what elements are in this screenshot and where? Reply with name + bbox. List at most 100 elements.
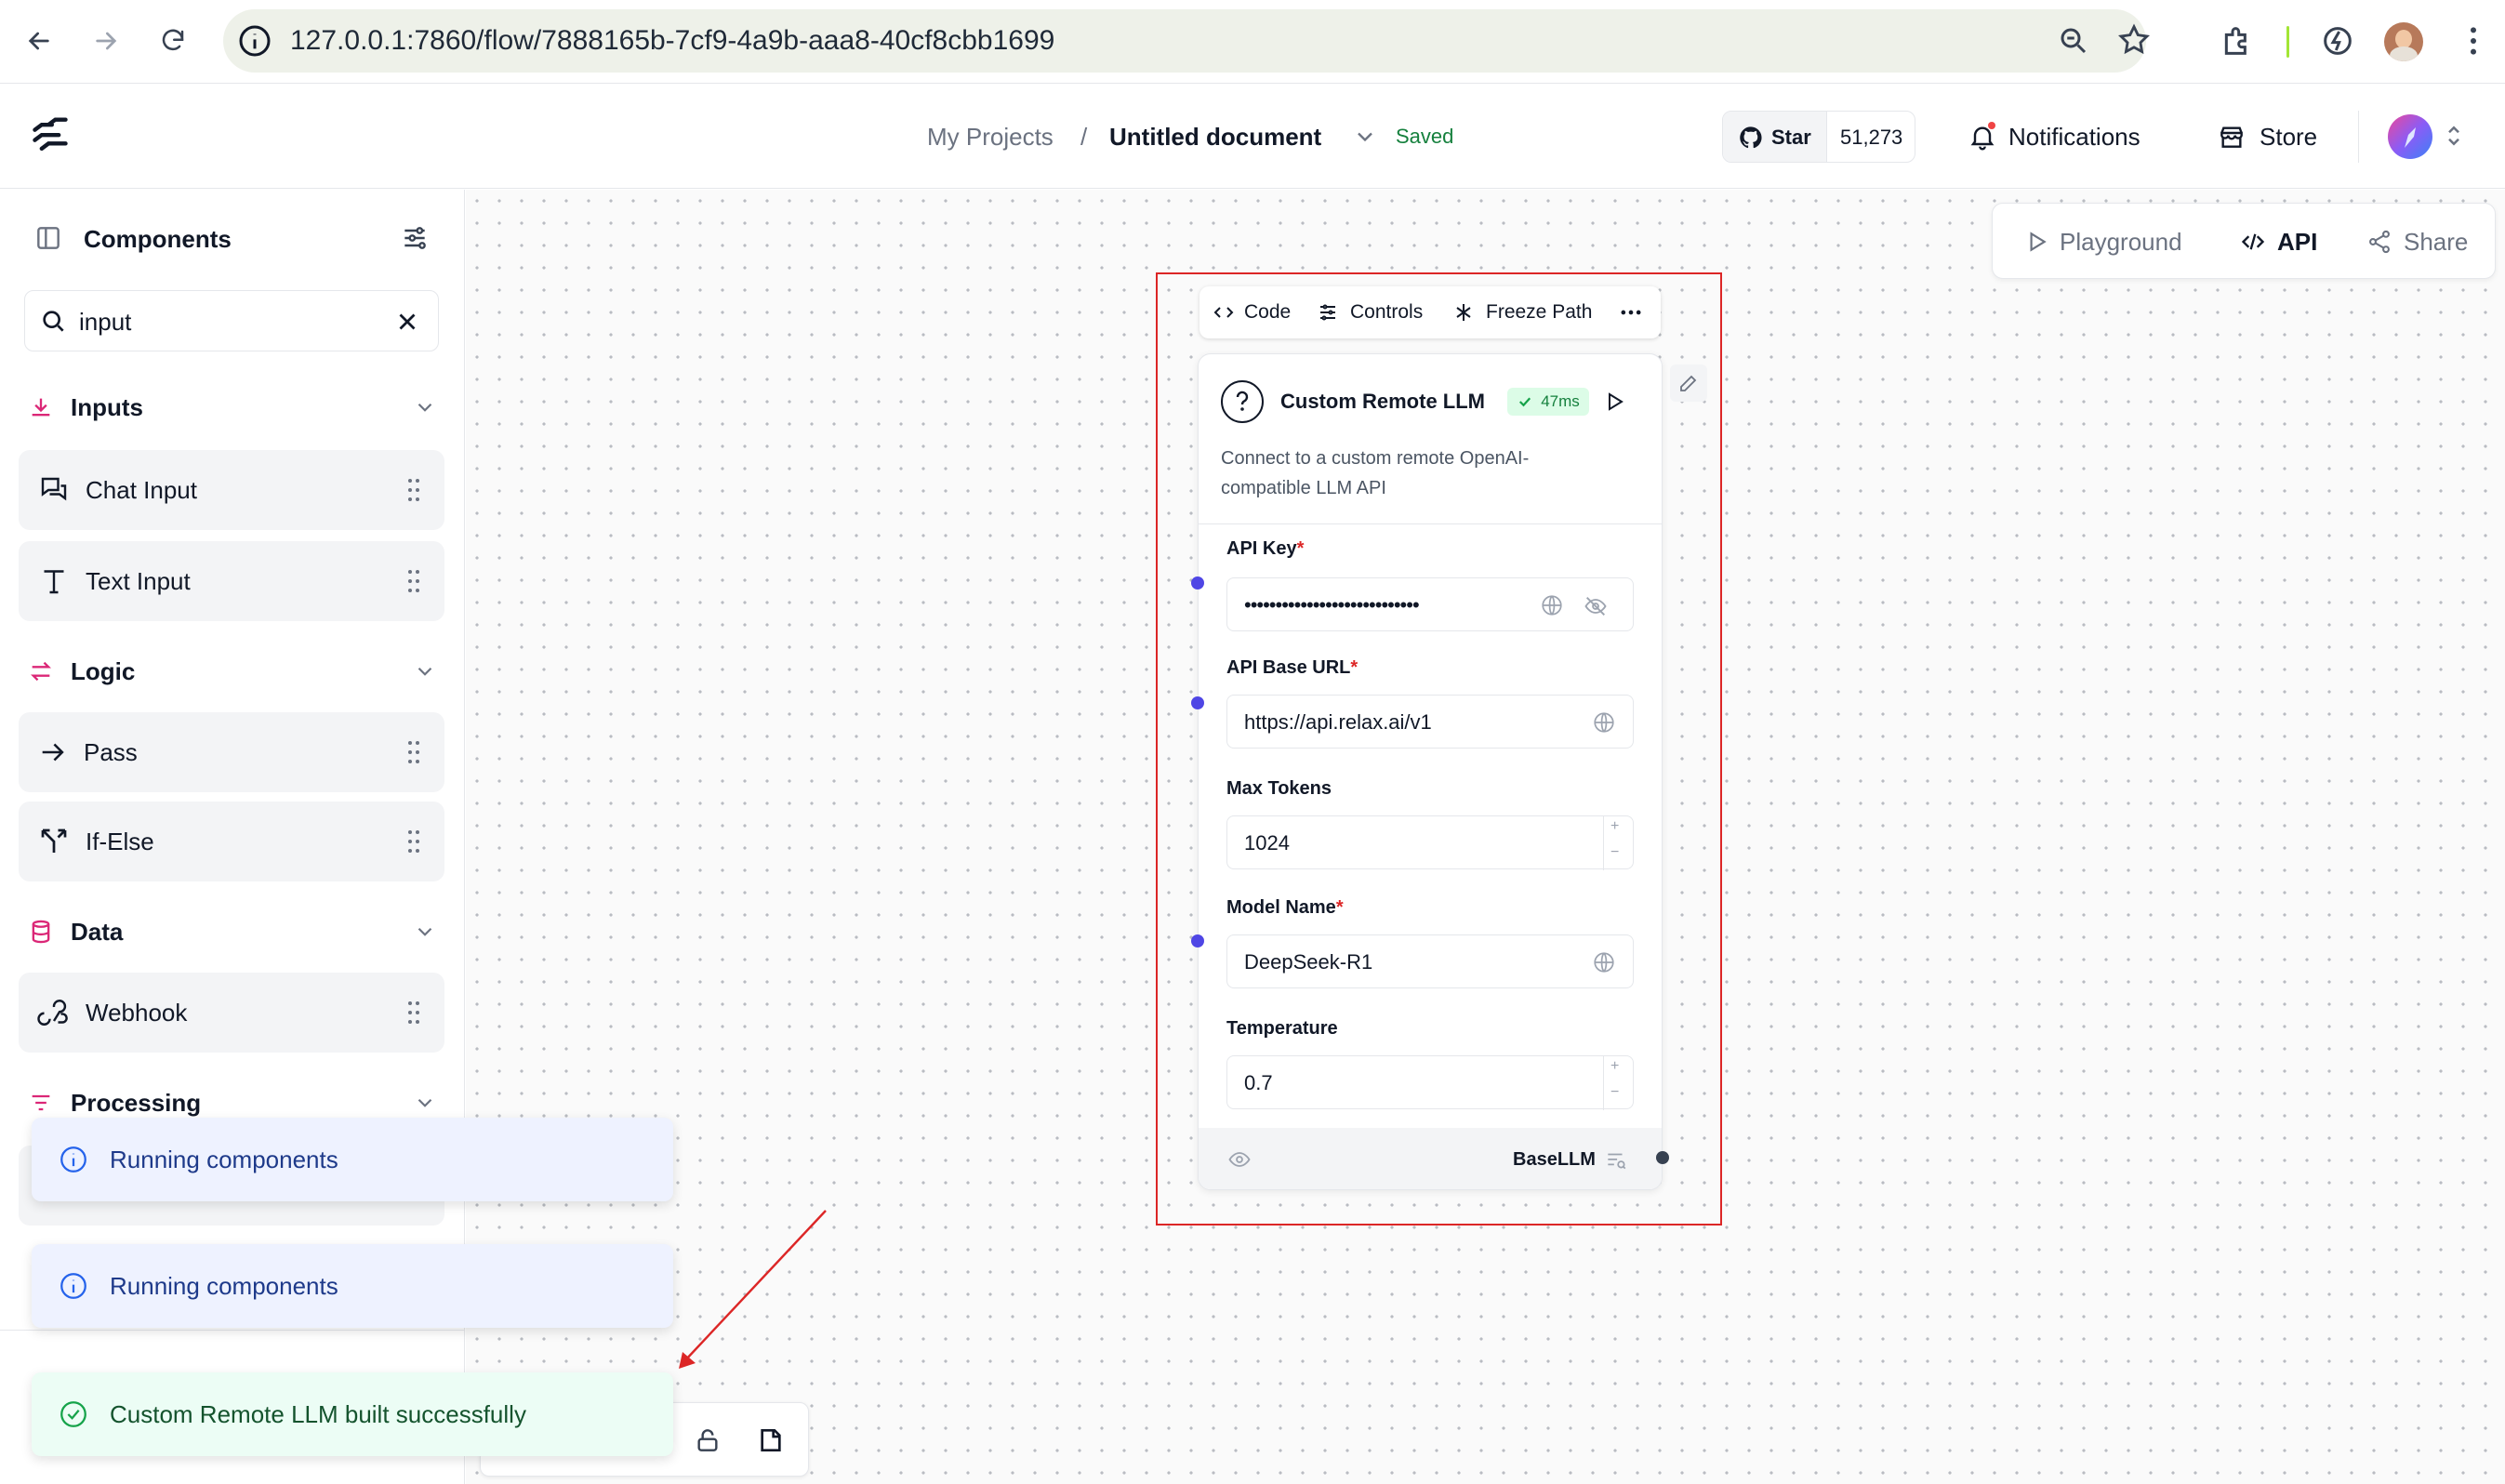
browser-menu-icon[interactable] [2455, 22, 2492, 60]
component-label: Webhook [86, 998, 188, 1027]
github-star-button[interactable]: Star 51,273 [1722, 111, 1915, 163]
temperature-input[interactable]: 0.7 + − [1226, 1055, 1634, 1110]
filter-settings-icon[interactable] [400, 223, 430, 253]
globe-icon[interactable] [1592, 710, 1616, 735]
eye-off-icon[interactable] [1583, 593, 1609, 619]
user-avatar[interactable] [2388, 114, 2432, 159]
chevron-down-icon [418, 403, 432, 412]
store-icon[interactable] [2217, 122, 2247, 152]
controls-button[interactable]: Controls [1317, 286, 1423, 338]
arrow-right-icon [42, 743, 64, 762]
drag-handle-icon[interactable] [407, 478, 420, 502]
freeze-path-button[interactable]: Freeze Path [1452, 286, 1592, 338]
bell-icon[interactable] [1968, 122, 1997, 152]
model-name-input[interactable]: DeepSeek-R1 [1226, 934, 1634, 988]
model-name-input-handle[interactable] [1191, 934, 1204, 947]
check-icon [1519, 397, 1531, 407]
divider [1199, 523, 1662, 524]
output-handle[interactable] [1656, 1151, 1669, 1164]
app-logo-icon[interactable] [30, 116, 71, 157]
run-node-icon[interactable] [1598, 386, 1630, 417]
address-bar[interactable]: 127.0.0.1:7860/flow/7888165b-7cf9-4a9b-a… [223, 9, 2150, 73]
info-icon [60, 1273, 86, 1299]
api-button[interactable]: API [2240, 204, 2317, 280]
component-chat-input[interactable]: Chat Input [19, 450, 444, 530]
increment-icon[interactable]: + [1610, 818, 1619, 835]
forward-icon[interactable] [86, 20, 126, 61]
info-icon [60, 1146, 86, 1173]
api-base-url-input-handle[interactable] [1191, 696, 1204, 709]
freeze-icon [1456, 304, 1471, 321]
performance-icon[interactable] [2319, 22, 2356, 60]
chevron-down-icon[interactable] [1352, 124, 1378, 150]
site-info-icon[interactable] [236, 22, 273, 60]
store-button[interactable]: Store [2260, 85, 2317, 189]
drag-handle-icon[interactable] [407, 829, 420, 854]
drag-handle-icon[interactable] [407, 740, 420, 764]
api-key-input[interactable]: •••••••••••••••••••••••••••• [1226, 577, 1634, 631]
notifications-button[interactable]: Notifications [2008, 85, 2141, 189]
eye-icon[interactable] [1226, 1146, 1252, 1173]
increment-icon[interactable]: + [1610, 1058, 1619, 1075]
search-icon [38, 306, 68, 336]
globe-icon[interactable] [1592, 950, 1616, 974]
toast-success[interactable]: Custom Remote LLM built successfully [32, 1372, 673, 1456]
build-time: 47ms [1541, 392, 1580, 410]
search-input[interactable]: input [24, 290, 439, 351]
custom-remote-llm-node[interactable]: Custom Remote LLM 47ms Connect to a cust… [1198, 353, 1663, 1190]
share-icon [2369, 230, 2390, 254]
node-toolbar: Code Controls Freeze Path [1199, 286, 1661, 338]
api-base-url-label: API Base URL* [1226, 657, 1359, 678]
edit-icon[interactable] [1670, 364, 1707, 402]
api-key-input-handle[interactable] [1191, 576, 1204, 590]
max-tokens-label: Max Tokens [1226, 778, 1332, 799]
controls-label: Controls [1350, 301, 1424, 323]
extensions-icon[interactable] [2219, 22, 2256, 60]
breadcrumb-projects[interactable]: My Projects [927, 85, 1054, 189]
category-inputs[interactable]: Inputs [28, 385, 437, 430]
component-pass[interactable]: Pass [19, 712, 444, 792]
zoom-icon[interactable] [2057, 24, 2090, 58]
profile-avatar[interactable] [2384, 22, 2423, 61]
github-star-count: 51,273 [1840, 126, 1903, 149]
sidebar-collapse-icon[interactable] [33, 223, 63, 253]
check-circle-icon [60, 1401, 86, 1427]
category-data[interactable]: Data [28, 909, 437, 954]
webhook-icon [37, 1000, 68, 1026]
max-tokens-input[interactable]: 1024 + − [1226, 815, 1634, 870]
node-title[interactable]: Custom Remote LLM [1280, 380, 1485, 423]
api-base-url-input[interactable]: https://api.relax.ai/v1 [1226, 695, 1634, 749]
inspect-output-icon[interactable] [1604, 1148, 1628, 1173]
toast-running-2[interactable]: Running components [32, 1244, 673, 1328]
reload-icon[interactable] [152, 20, 193, 61]
clear-search-icon[interactable] [393, 308, 421, 336]
lock-icon[interactable] [693, 1425, 722, 1455]
decrement-icon[interactable]: − [1610, 1084, 1619, 1101]
category-logic[interactable]: Logic [28, 649, 437, 694]
component-text-input[interactable]: Text Input [19, 541, 444, 621]
node-output-row: BaseLLM [1199, 1128, 1662, 1189]
chevron-down-icon [418, 927, 432, 936]
component-webhook[interactable]: Webhook [19, 973, 444, 1053]
note-icon[interactable] [756, 1425, 786, 1455]
decrement-icon[interactable]: − [1610, 844, 1619, 861]
drag-handle-icon[interactable] [407, 1000, 420, 1025]
share-button[interactable]: Share [2366, 204, 2468, 280]
back-icon[interactable] [19, 20, 60, 61]
max-tokens-value: 1024 [1244, 831, 1290, 855]
code-label: Code [1244, 301, 1292, 323]
divider [0, 1330, 465, 1331]
toast-running-1[interactable]: Running components [32, 1118, 673, 1201]
more-options-icon[interactable] [1618, 286, 1644, 338]
document-title[interactable]: Untitled document [1109, 85, 1321, 189]
component-label: If-Else [86, 827, 154, 855]
component-if-else[interactable]: If-Else [19, 802, 444, 881]
code-button[interactable]: Code [1213, 286, 1291, 338]
playground-button[interactable]: Playground [2024, 204, 2182, 280]
globe-icon[interactable] [1540, 593, 1564, 617]
annotation-arrow [679, 1210, 827, 1369]
drag-handle-icon[interactable] [407, 569, 420, 593]
chevron-up-down-icon[interactable] [2440, 122, 2468, 150]
temperature-label: Temperature [1226, 1018, 1338, 1039]
bookmark-star-icon[interactable] [2116, 22, 2152, 58]
